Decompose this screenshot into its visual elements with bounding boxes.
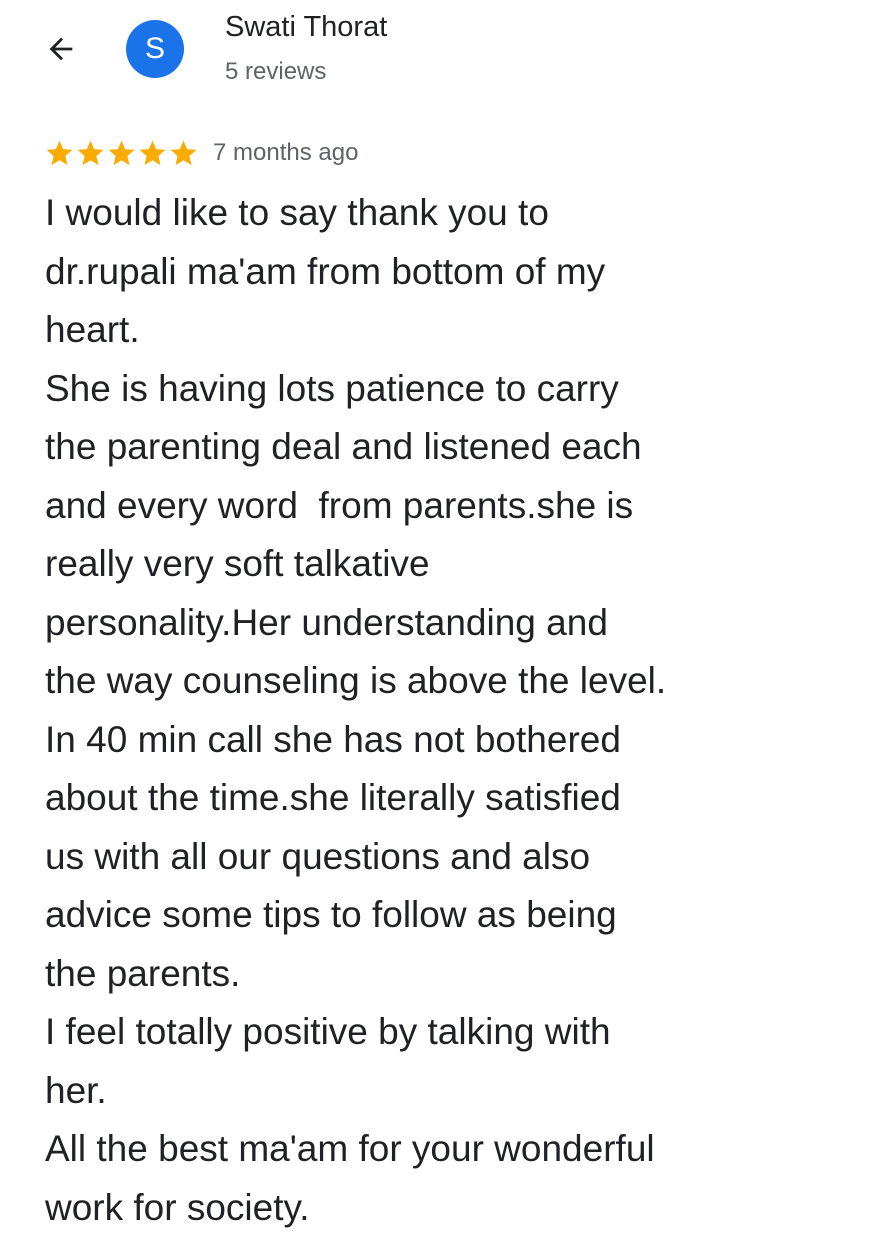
back-button[interactable] (38, 26, 84, 72)
review-line: and every word from parents.she is (45, 484, 634, 526)
review-line: her. (45, 1069, 107, 1111)
review-text: I would like to say thank you to dr.rupal… (45, 184, 835, 1237)
review-line: the parents. (45, 952, 241, 994)
review-line: heart. (45, 309, 140, 350)
review-line: work for society. (45, 1186, 310, 1228)
review-line: In 40 min call she has not bothered (45, 718, 621, 760)
star-icon (77, 140, 104, 165)
review-line: All the best ma'am for your wonderful (45, 1128, 655, 1169)
review-header: S Swati Thorat 5 reviews (0, 0, 892, 110)
review-line: about the time.she literally satisfied (45, 777, 621, 818)
review-line: I feel totally positive by talking with (45, 1011, 611, 1052)
avatar[interactable]: S (126, 20, 184, 78)
avatar-letter: S (144, 32, 165, 65)
star-rating (44, 138, 199, 169)
star-icon (46, 140, 73, 165)
star-icon (170, 140, 197, 165)
review-line: personality.Her understanding and (45, 601, 608, 643)
rating-row: 7 months ago (44, 133, 358, 173)
star-icon (139, 140, 166, 165)
arrow-back-icon (49, 37, 73, 61)
reviewer-name[interactable]: Swati Thorat (225, 11, 387, 44)
review-line: She is having lots patience to carry (45, 367, 619, 409)
review-line: I would like to say thank you to (45, 192, 549, 233)
review-line: really very soft talkative (45, 543, 430, 584)
review-line: us with all our questions and also (45, 835, 591, 877)
review-line: the way counseling is above the level. (45, 660, 667, 701)
review-date: 7 months ago (213, 139, 359, 166)
star-icon (108, 140, 135, 165)
review-line: advice some tips to follow as being (45, 894, 617, 935)
review-line: dr.rupali ma'am from bottom of my (45, 250, 606, 292)
review-line: the parenting deal and listened each (45, 426, 642, 467)
review-count: 5 reviews (225, 58, 327, 85)
